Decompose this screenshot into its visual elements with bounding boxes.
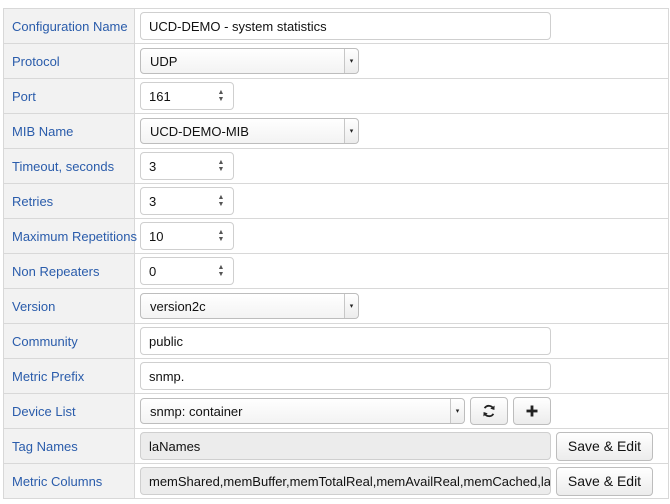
spinner-arrows-icon[interactable]: ▲ ▼ — [213, 226, 229, 246]
retries-input-value: 3 — [149, 193, 157, 209]
chevron-down-icon: ▾ — [344, 294, 358, 318]
mib-name-select-value: UCD-DEMO-MIB — [150, 123, 249, 139]
device-list-label: Device List — [3, 393, 135, 429]
row-protocol: Protocol UDP ▾ — [3, 43, 669, 79]
port-input[interactable]: 161 ▲ ▼ — [140, 82, 234, 110]
row-maximum-repetitions: Maximum Repetitions 10 ▲ ▼ — [3, 218, 669, 254]
add-device-button[interactable] — [513, 397, 551, 425]
snmp-configuration-form: Configuration Name UCD-DEMO - system sta… — [3, 8, 669, 499]
plus-icon — [526, 405, 538, 417]
protocol-select[interactable]: UDP ▾ — [140, 48, 359, 74]
tag-names-input: laNames — [140, 432, 551, 460]
retries-input[interactable]: 3 ▲ ▼ — [140, 187, 234, 215]
tag-names-label: Tag Names — [3, 428, 135, 464]
metric-columns-label: Metric Columns — [3, 463, 135, 499]
port-input-value: 161 — [149, 88, 171, 104]
metric-columns-input: memShared,memBuffer,memTotalReal,memAvai… — [140, 467, 551, 495]
port-label: Port — [3, 78, 135, 114]
row-metric-prefix: Metric Prefix snmp. — [3, 358, 669, 394]
row-retries: Retries 3 ▲ ▼ — [3, 183, 669, 219]
timeout-label: Timeout, seconds — [3, 148, 135, 184]
row-device-list: Device List snmp: container ▾ — [3, 393, 669, 429]
version-select[interactable]: version2c ▾ — [140, 293, 359, 319]
metric-prefix-label: Metric Prefix — [3, 358, 135, 394]
timeout-input[interactable]: 3 ▲ ▼ — [140, 152, 234, 180]
spinner-arrows-icon[interactable]: ▲ ▼ — [213, 156, 229, 176]
mib-name-select[interactable]: UCD-DEMO-MIB ▾ — [140, 118, 359, 144]
maximum-repetitions-label: Maximum Repetitions — [3, 218, 137, 254]
device-list-select-value: snmp: container — [150, 403, 243, 419]
row-port: Port 161 ▲ ▼ — [3, 78, 669, 114]
spinner-arrows-icon[interactable]: ▲ ▼ — [213, 86, 229, 106]
retries-label: Retries — [3, 183, 135, 219]
row-version: Version version2c ▾ — [3, 288, 669, 324]
configuration-name-input[interactable]: UCD-DEMO - system statistics — [140, 12, 551, 40]
mib-name-label: MIB Name — [3, 113, 135, 149]
spinner-arrows-icon[interactable]: ▲ ▼ — [213, 191, 229, 211]
community-label: Community — [3, 323, 135, 359]
row-community: Community public — [3, 323, 669, 359]
configuration-name-label: Configuration Name — [3, 8, 135, 44]
refresh-icon — [483, 404, 495, 418]
timeout-input-value: 3 — [149, 158, 157, 174]
protocol-select-value: UDP — [150, 53, 178, 69]
protocol-label: Protocol — [3, 43, 135, 79]
row-mib-name: MIB Name UCD-DEMO-MIB ▾ — [3, 113, 669, 149]
metric-columns-save-edit-button[interactable]: Save & Edit — [556, 466, 653, 496]
version-select-value: version2c — [150, 298, 206, 314]
non-repeaters-input-value: 0 — [149, 263, 157, 279]
tag-names-save-edit-button[interactable]: Save & Edit — [556, 431, 653, 461]
chevron-down-icon: ▾ — [344, 49, 358, 73]
row-timeout: Timeout, seconds 3 ▲ ▼ — [3, 148, 669, 184]
chevron-down-icon: ▾ — [344, 119, 358, 143]
maximum-repetitions-input[interactable]: 10 ▲ ▼ — [140, 222, 234, 250]
non-repeaters-label: Non Repeaters — [3, 253, 135, 289]
chevron-down-icon: ▾ — [450, 399, 464, 423]
row-configuration-name: Configuration Name UCD-DEMO - system sta… — [3, 8, 669, 44]
metric-prefix-input[interactable]: snmp. — [140, 362, 551, 390]
refresh-button[interactable] — [470, 397, 508, 425]
version-label: Version — [3, 288, 135, 324]
spinner-arrows-icon[interactable]: ▲ ▼ — [213, 261, 229, 281]
non-repeaters-input[interactable]: 0 ▲ ▼ — [140, 257, 234, 285]
community-input[interactable]: public — [140, 327, 551, 355]
row-tag-names: Tag Names laNames Save & Edit — [3, 428, 669, 464]
device-list-select[interactable]: snmp: container ▾ — [140, 398, 465, 424]
row-non-repeaters: Non Repeaters 0 ▲ ▼ — [3, 253, 669, 289]
row-metric-columns: Metric Columns memShared,memBuffer,memTo… — [3, 463, 669, 499]
maximum-repetitions-input-value: 10 — [149, 228, 164, 244]
